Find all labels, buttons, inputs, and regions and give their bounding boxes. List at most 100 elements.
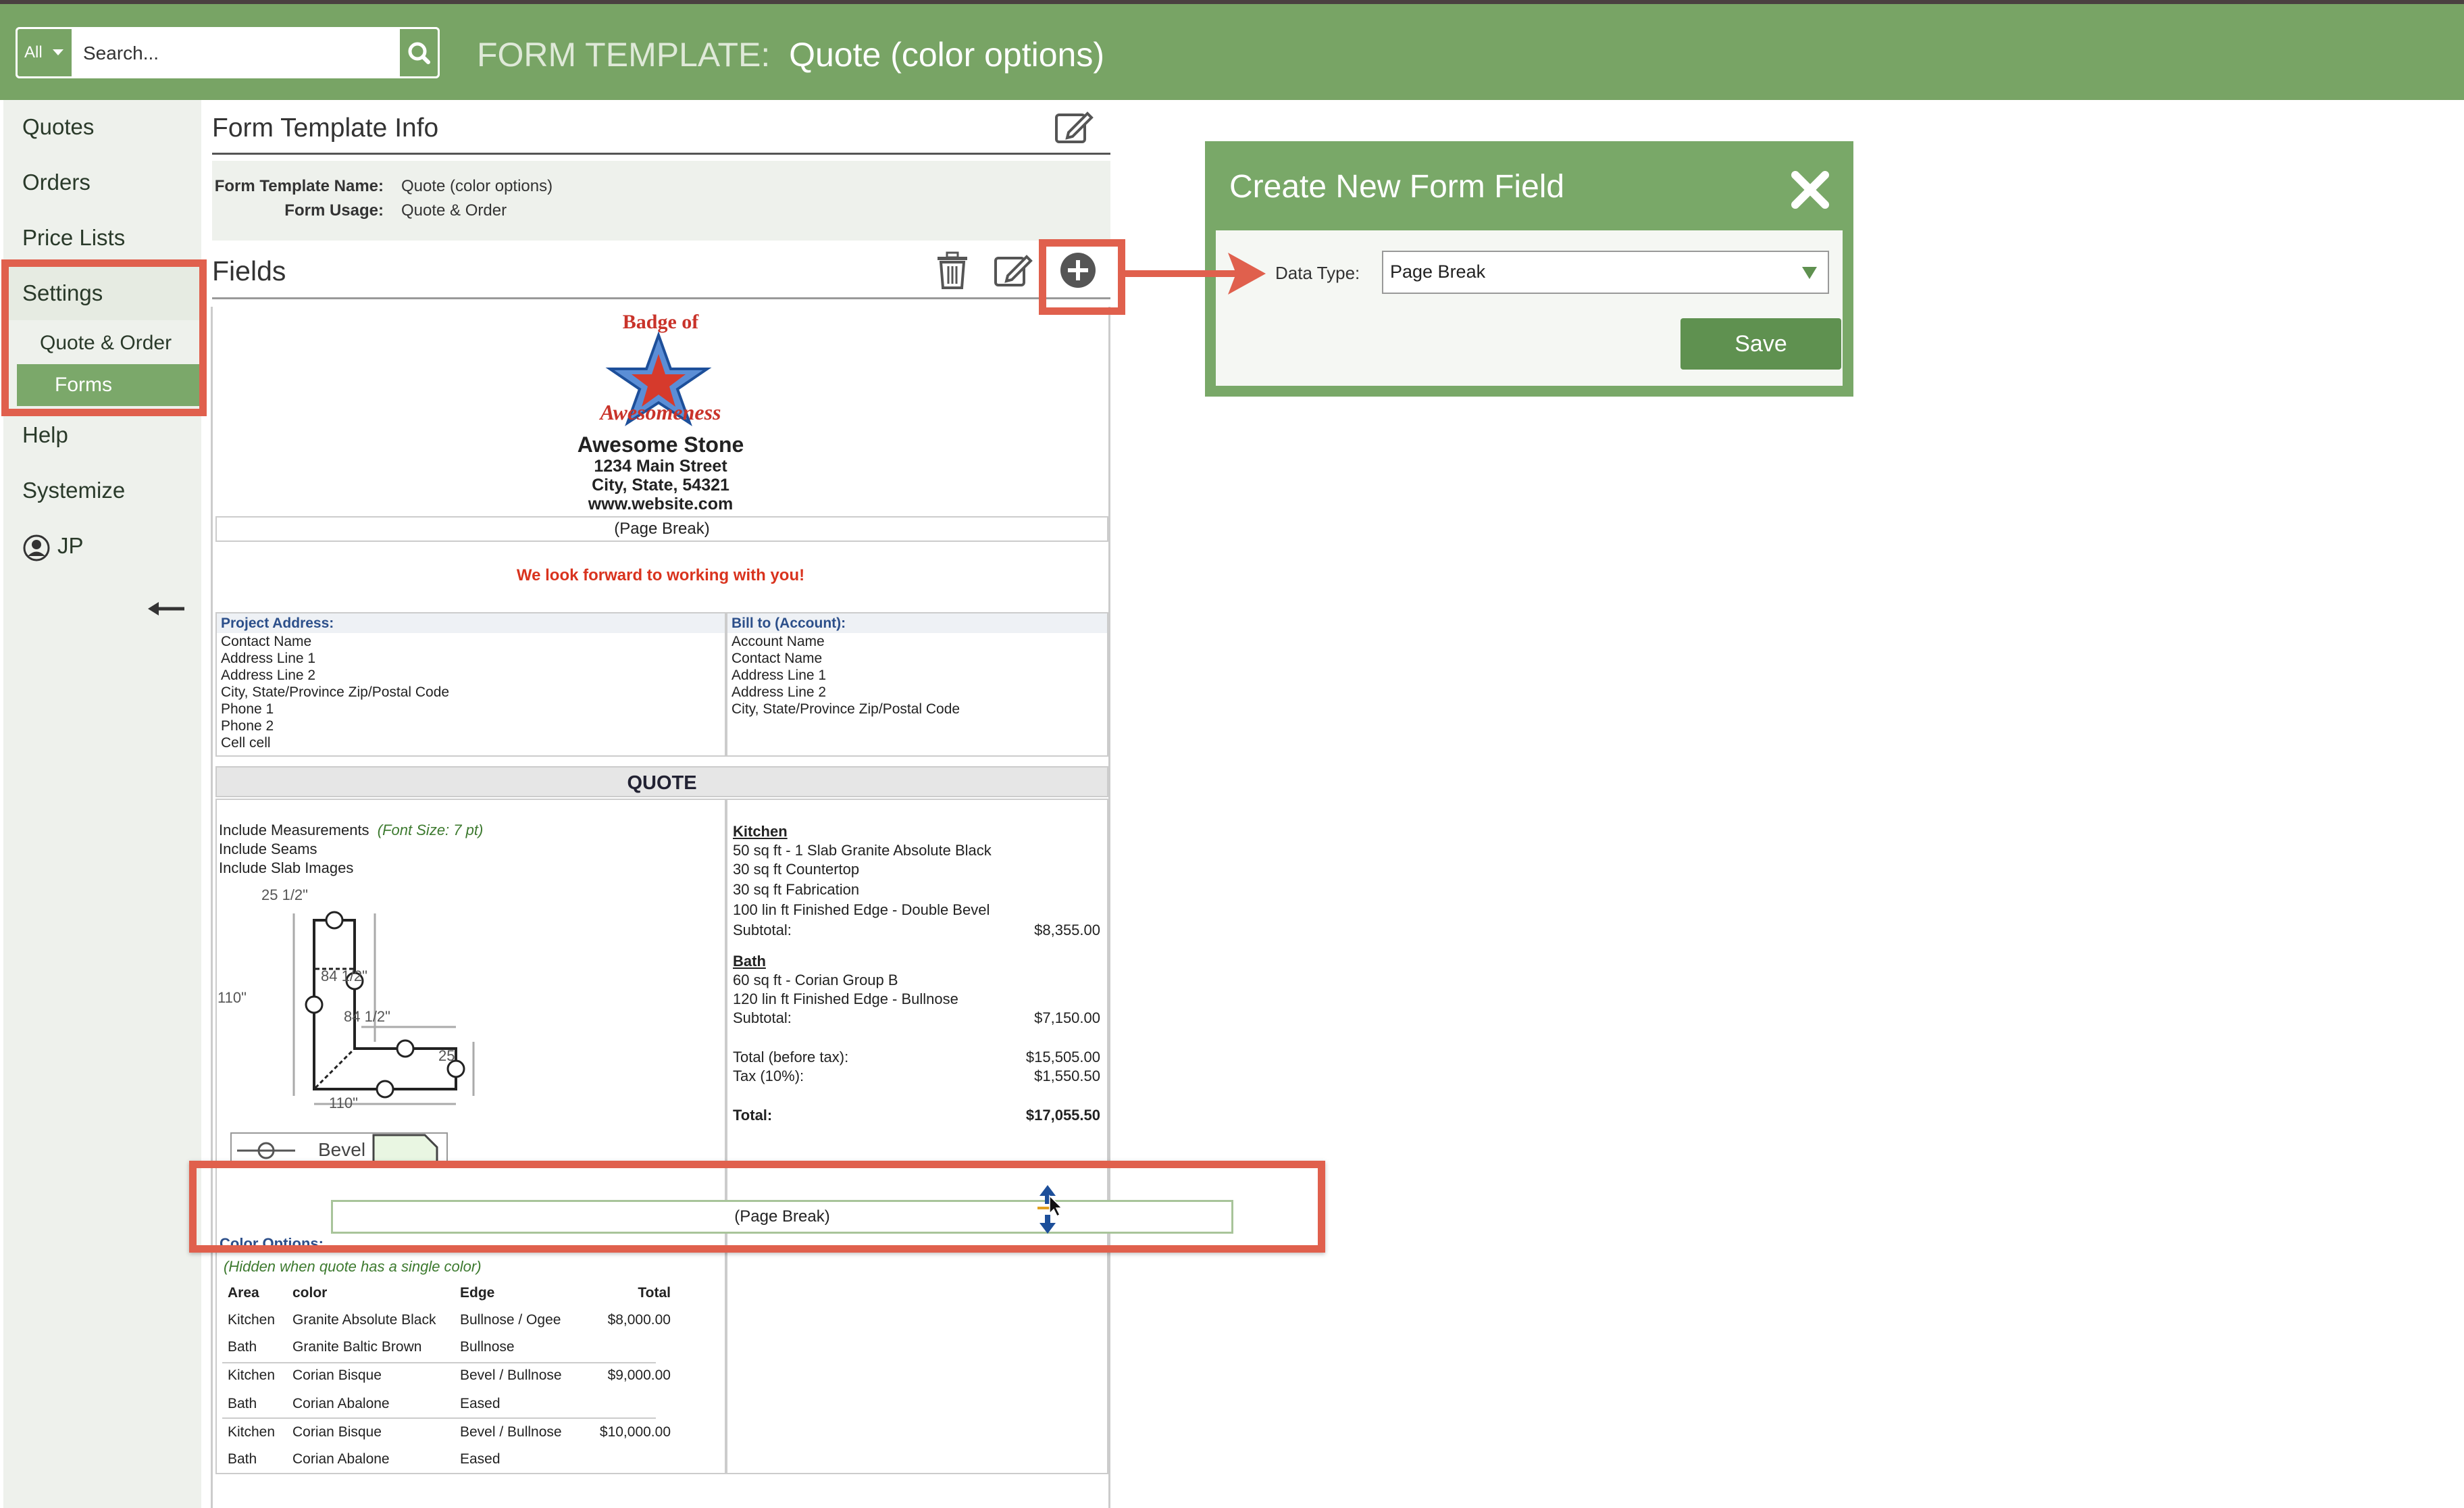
total-label: Total:	[733, 1107, 773, 1124]
form-usage-label: Form Usage:	[284, 201, 384, 220]
divider	[212, 297, 1110, 299]
sidebar-item-help[interactable]: Help	[3, 408, 205, 462]
kitchen-line: 50 sq ft - 1 Slab Granite Absolute Black	[733, 842, 992, 859]
logo-text-bottom: Awesomeness	[600, 400, 721, 424]
kitchen-line: 100 lin ft Finished Edge - Double Bevel	[733, 901, 990, 918]
dropdown-triangle-icon	[1802, 267, 1817, 279]
divider	[212, 153, 1110, 155]
form-usage-value: Quote & Order	[401, 201, 507, 220]
form-template-info-box: Form Template Name: Quote (color options…	[212, 161, 1110, 241]
bevel-label: Bevel	[318, 1139, 366, 1160]
save-button[interactable]: Save	[1680, 318, 1841, 370]
template-name-label: Form Template Name:	[214, 177, 384, 195]
table-row: Kitchen Corian Bisque Bevel / Bullnose $9,0…	[228, 1367, 671, 1383]
address-line: Cell cell	[221, 735, 271, 751]
header-bar: All FORM TEMPLATE: Quote (color options)	[0, 4, 2464, 100]
address-line: Phone 2	[221, 718, 274, 734]
trash-icon[interactable]	[935, 251, 970, 291]
address-line: Contact Name	[221, 634, 312, 649]
logo-text-top: Badge of	[622, 311, 699, 333]
address-line: City, State/Province Zip/Postal Code	[732, 701, 960, 717]
kitchen-subtotal-label: Subtotal:	[733, 922, 792, 938]
address-line: Phone 1	[221, 701, 274, 717]
drawing-label-left: 110"	[217, 989, 247, 1006]
address-line: Address Line 2	[221, 668, 316, 683]
highlight-add-field	[1039, 239, 1125, 315]
kitchen-title: Kitchen	[733, 823, 788, 840]
tax-value: $1,550.50	[1034, 1067, 1100, 1084]
address-line: Address Line 1	[732, 668, 827, 683]
search-icon	[408, 42, 430, 64]
bath-line: 60 sq ft - Corian Group B	[733, 972, 898, 988]
page-title-label: FORM TEMPLATE:	[477, 36, 771, 74]
sidebar-item-user[interactable]: JP	[3, 519, 205, 573]
drawing-label-bottom: 110"	[329, 1095, 358, 1111]
page-title: FORM TEMPLATE: Quote (color options)	[477, 31, 1104, 78]
user-initials: JP	[57, 533, 84, 558]
search-bar: All	[16, 27, 440, 80]
project-address-header: Project Address:	[217, 613, 725, 633]
form-template-info-title: Form Template Info	[212, 114, 439, 143]
drawing-label-inner-right: 84 1/2"	[321, 967, 367, 984]
bill-to-box: Bill to (Account): Account Name Contact …	[726, 612, 1108, 757]
address-line: Account Name	[732, 634, 825, 649]
company-website: www.website.com	[588, 495, 734, 513]
search-scope-dropdown[interactable]: All	[16, 27, 74, 78]
drawing-label-right: 25	[438, 1047, 455, 1064]
edit-field-icon[interactable]	[993, 251, 1033, 289]
collapse-sidebar-arrow-icon[interactable]	[147, 599, 187, 619]
highlight-page-break	[189, 1161, 1325, 1253]
tagline: We look forward to working with you!	[516, 566, 805, 584]
bevel-edge-icon	[237, 1142, 295, 1159]
include-seams: Include Seams	[219, 840, 317, 857]
caret-down-icon	[53, 49, 63, 55]
company-address: 1234 Main Street	[594, 457, 727, 476]
bath-title: Bath	[733, 953, 766, 970]
total-before-tax: $15,505.00	[1025, 1049, 1100, 1065]
sidebar-item-orders[interactable]: Orders	[3, 155, 205, 209]
tax-label: Tax (10%):	[733, 1067, 804, 1084]
company-name: Awesome Stone	[577, 432, 744, 457]
form-preview: Badge of Awesomeness Awesome Stone 1234 …	[211, 307, 1110, 1508]
drawing-label-inner-bottom: 84 1/2"	[344, 1008, 390, 1025]
close-icon[interactable]	[1790, 170, 1830, 210]
drawing-label-top: 25 1/2"	[261, 886, 308, 903]
kitchen-line: 30 sq ft Fabrication	[733, 881, 860, 898]
font-size-note: (Font Size: 7 pt)	[377, 822, 484, 838]
search-input[interactable]	[82, 27, 402, 80]
table-row: Bath Corian Abalone Eased	[228, 1396, 500, 1411]
dialog-title: Create New Form Field	[1229, 169, 1565, 205]
address-line: Address Line 2	[732, 684, 827, 700]
sidebar-item-price-lists[interactable]: Price Lists	[3, 211, 205, 265]
data-type-select[interactable]: Page Break	[1382, 251, 1829, 294]
search-button[interactable]	[398, 27, 440, 78]
color-options-note: (Hidden when quote has a single color)	[224, 1258, 482, 1275]
page-title-value: Quote (color options)	[789, 36, 1105, 74]
include-measurements: Include Measurements (Font Size: 7 pt)	[219, 822, 484, 838]
data-type-label: Data Type:	[1275, 263, 1360, 283]
address-line: Address Line 1	[221, 651, 316, 666]
kitchen-subtotal: $8,355.00	[1034, 922, 1100, 938]
bath-subtotal-label: Subtotal:	[733, 1009, 792, 1026]
sidebar-item-quotes[interactable]: Quotes	[3, 100, 205, 154]
total-before-tax-label: Total (before tax):	[733, 1049, 849, 1065]
fields-title: Fields	[212, 255, 286, 286]
create-form-field-dialog: Create New Form Field Data Type: Page Br…	[1205, 141, 1853, 397]
annotation-arrow-head-icon	[1228, 253, 1266, 295]
bath-subtotal: $7,150.00	[1034, 1009, 1100, 1026]
user-avatar-icon	[23, 534, 50, 561]
color-table-header: Area color Edge Total	[228, 1285, 671, 1301]
bill-to-header: Bill to (Account):	[727, 613, 1107, 633]
table-row: Kitchen Corian Bisque Bevel / Bullnose $10,…	[228, 1424, 671, 1440]
company-city: City, State, 54321	[592, 476, 729, 495]
sidebar-item-systemize[interactable]: Systemize	[3, 463, 205, 518]
countertop-drawing	[292, 911, 475, 1105]
edit-info-icon[interactable]	[1054, 108, 1094, 146]
page-break-field[interactable]: (Page Break)	[215, 516, 1108, 542]
bath-line: 120 lin ft Finished Edge - Bullnose	[733, 990, 958, 1007]
table-row: Bath Corian Abalone Eased	[228, 1451, 500, 1467]
data-type-value: Page Break	[1390, 261, 1486, 282]
address-line: City, State/Province Zip/Postal Code	[221, 684, 450, 700]
template-name-value: Quote (color options)	[401, 177, 553, 195]
table-row: Bath Granite Baltic Brown Bullnose	[228, 1339, 515, 1355]
